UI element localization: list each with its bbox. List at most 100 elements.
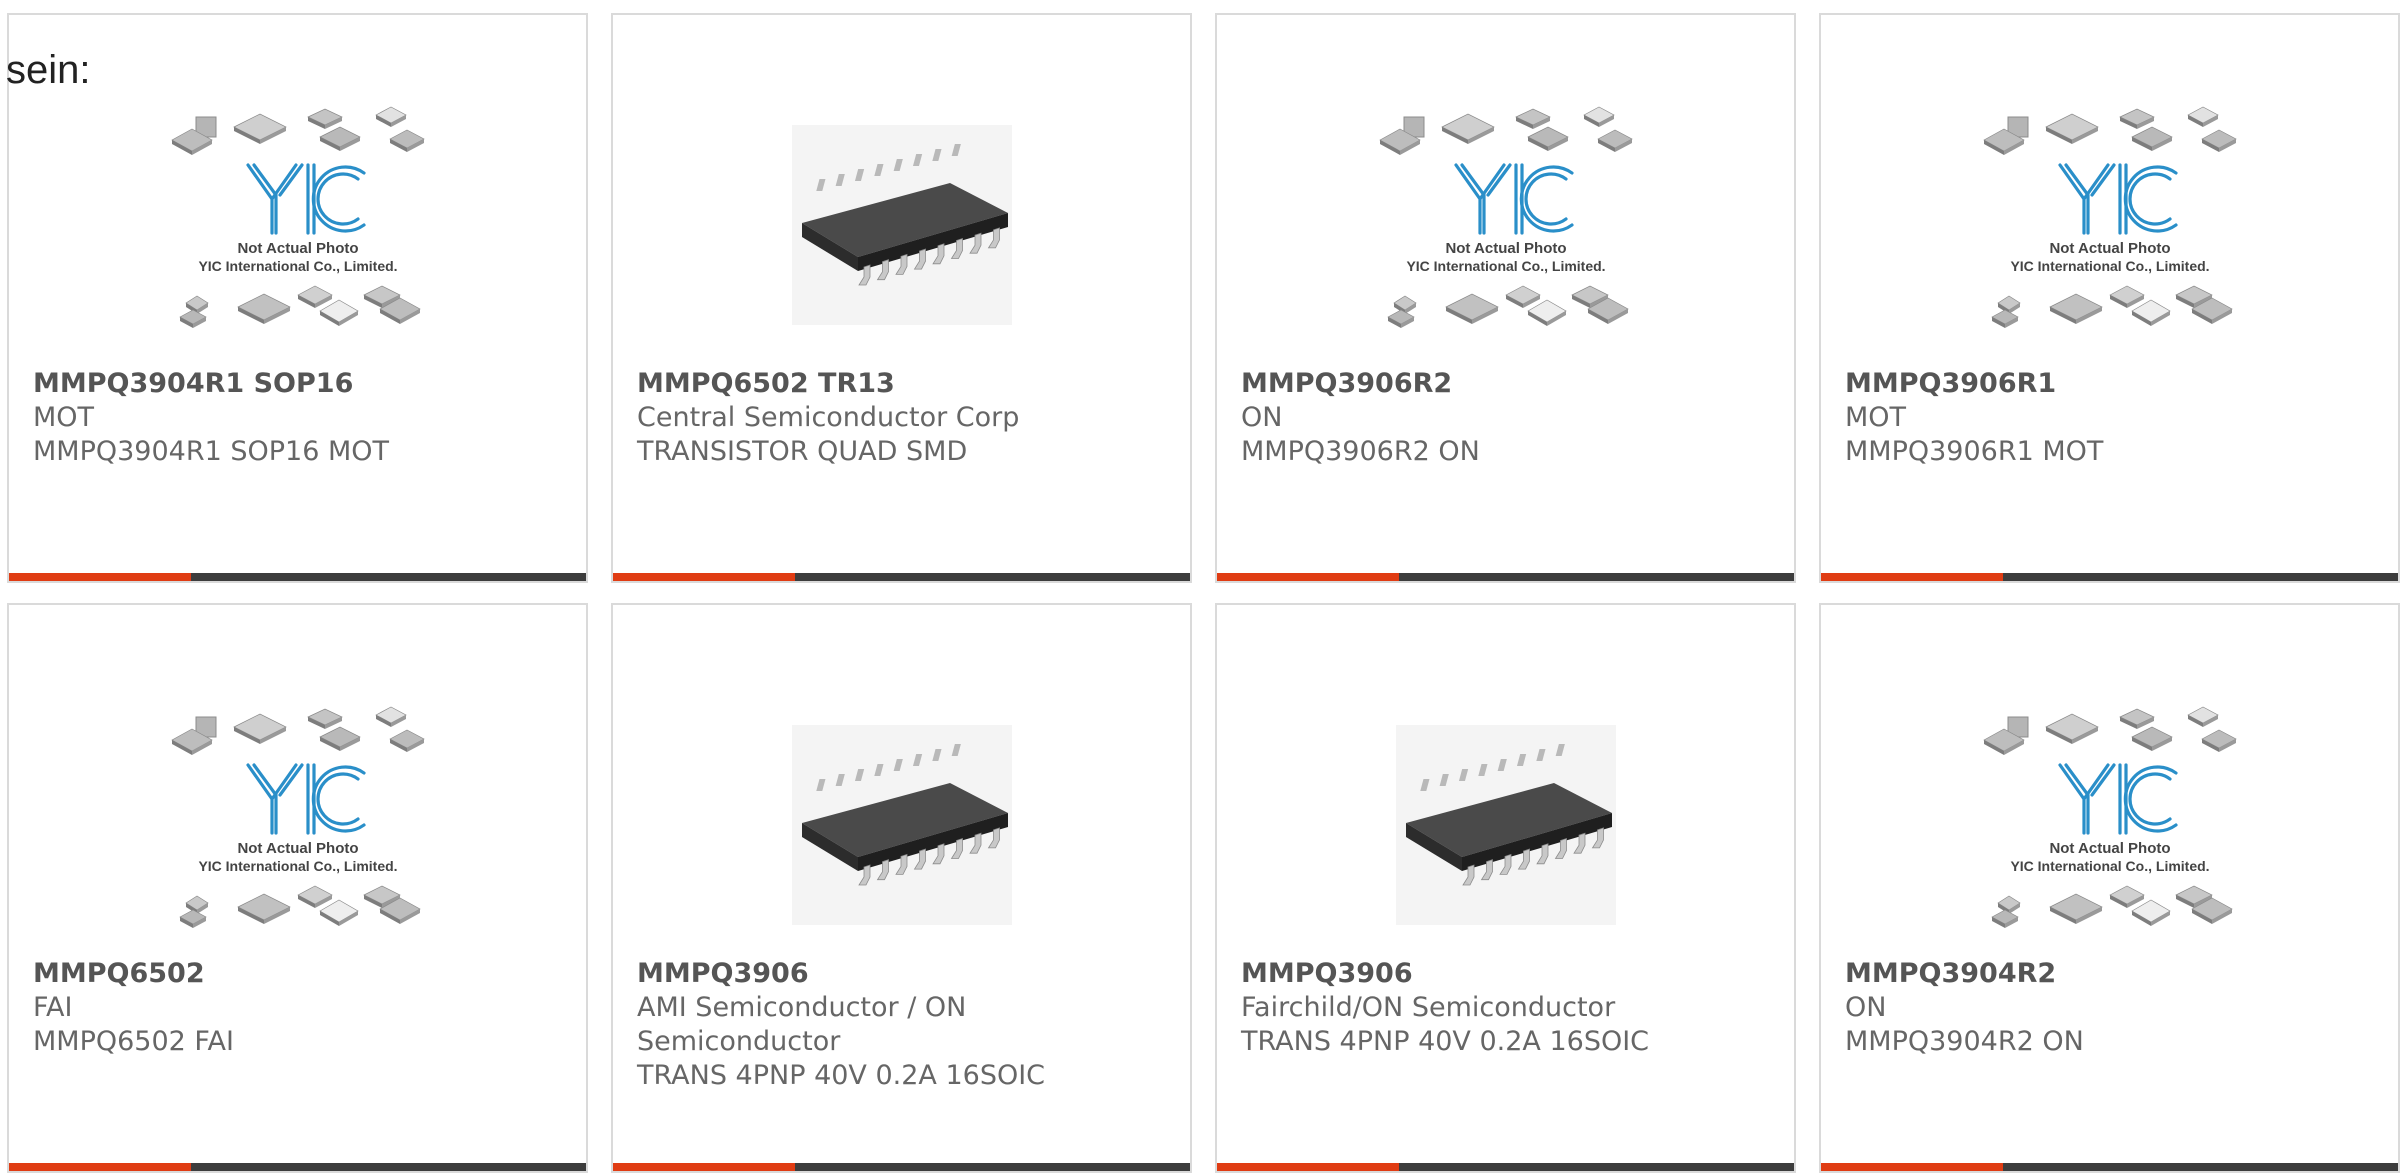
soic16-chip-image xyxy=(791,725,1012,925)
product-card[interactable]: Not Actual Photo YIC International Co., L… xyxy=(1819,13,2400,583)
product-manufacturer: ON xyxy=(1241,402,1283,433)
placeholder-caption: Not Actual Photo xyxy=(237,240,358,257)
yic-placeholder-image: Not Actual PhotoYIC International Co., L… xyxy=(170,706,425,928)
product-description: MMPQ6502 FAI xyxy=(33,1026,234,1057)
placeholder-caption: Not Actual Photo xyxy=(2049,240,2170,257)
package-shape xyxy=(2048,893,2103,921)
placeholder-company: YIC International Co., Limited. xyxy=(2010,858,2209,874)
package-shape xyxy=(318,899,359,923)
package-shape xyxy=(2044,713,2099,741)
card-bottom-bar xyxy=(1821,1163,2398,1171)
product-manufacturer: ON xyxy=(1845,992,1887,1023)
product-part-number[interactable]: MMPQ6502 xyxy=(33,957,566,991)
soic16-chip-image xyxy=(1395,725,1616,925)
package-shape xyxy=(1440,113,1495,141)
product-description: MMPQ3906R2 ON xyxy=(1241,436,1480,467)
product-manufacturer: MOT xyxy=(33,402,95,433)
product-image[interactable]: Not Actual Photo YIC International Co., L… xyxy=(1980,95,2240,355)
card-accent-bar xyxy=(1217,573,1399,581)
card-bottom-bar xyxy=(613,1163,1190,1171)
logo-letter xyxy=(1523,172,1568,226)
product-part-number[interactable]: MMPQ3906R2 xyxy=(1241,367,1774,401)
card-bottom-bar xyxy=(613,573,1190,581)
product-manufacturer: FAI xyxy=(33,992,73,1023)
product-part-number[interactable]: MMPQ3906 xyxy=(637,957,1170,991)
yic-placeholder-image: Not Actual PhotoYIC International Co., L… xyxy=(1982,106,2237,328)
product-card[interactable]: MMPQ3906 Fairchild/ON Semiconductor TRAN… xyxy=(1215,603,1796,1173)
logo-letter xyxy=(2057,763,2110,835)
product-description: MMPQ3904R2 ON xyxy=(1845,1026,2084,1057)
card-bottom-bar xyxy=(9,1163,586,1171)
placeholder-caption: Not Actual Photo xyxy=(2049,840,2170,857)
yic-placeholder-image: Not Actual PhotoYIC International Co., L… xyxy=(170,106,425,328)
card-accent-bar xyxy=(1217,1163,1399,1171)
package-shape xyxy=(2130,899,2171,923)
package-shape xyxy=(232,113,287,141)
package-shape xyxy=(236,893,291,921)
card-accent-bar xyxy=(613,1163,795,1171)
yic-logo xyxy=(2057,163,2178,235)
yic-logo xyxy=(245,163,366,235)
package-shape xyxy=(232,713,287,741)
package-shape xyxy=(1526,299,1567,323)
product-part-number[interactable]: MMPQ3904R1 SOP16 xyxy=(33,367,566,401)
product-image[interactable]: Not Actual Photo YIC International Co., L… xyxy=(1376,95,1636,355)
logo-letter xyxy=(251,763,304,835)
product-image[interactable] xyxy=(1376,695,1636,955)
product-description: MMPQ3904R1 SOP16 MOT xyxy=(33,436,390,467)
card-bottom-bar xyxy=(1217,573,1794,581)
logo-letter xyxy=(2127,172,2172,226)
placeholder-company: YIC International Co., Limited. xyxy=(1406,258,1605,274)
card-bottom-bar xyxy=(9,573,586,581)
product-description: TRANS 4PNP 40V 0.2A 16SOIC xyxy=(637,1060,1046,1091)
logo-letter xyxy=(1453,163,1506,235)
product-info: MMPQ3906R2 ON MMPQ3906R2 ON xyxy=(1241,367,1774,469)
placeholder-company: YIC International Co., Limited. xyxy=(198,858,397,874)
card-bottom-bar xyxy=(1821,573,2398,581)
logo-letter xyxy=(245,763,298,835)
intro-text: sein: xyxy=(6,48,91,92)
product-part-number[interactable]: MMPQ3906R1 xyxy=(1845,367,2378,401)
logo-letter xyxy=(2057,163,2110,235)
product-part-number[interactable]: MMPQ3904R2 xyxy=(1845,957,2378,991)
logo-letter xyxy=(2063,163,2116,235)
logo-letter xyxy=(245,163,298,235)
product-description: MMPQ3906R1 MOT xyxy=(1845,436,2104,467)
product-card[interactable]: Not Actual Photo YIC International Co., L… xyxy=(1215,13,1796,583)
logo-letter xyxy=(2127,772,2172,826)
placeholder-caption: Not Actual Photo xyxy=(237,840,358,857)
logo-letter xyxy=(251,163,304,235)
product-card[interactable]: Not Actual Photo YIC International Co., L… xyxy=(1819,603,2400,1173)
card-accent-bar xyxy=(9,573,191,581)
card-accent-bar xyxy=(613,573,795,581)
product-part-number[interactable]: MMPQ3906 xyxy=(1241,957,1774,991)
card-bottom-bar xyxy=(1217,1163,1794,1171)
product-image[interactable]: Not Actual Photo YIC International Co., L… xyxy=(1980,695,2240,955)
logo-letter xyxy=(1459,163,1512,235)
product-image[interactable]: Not Actual Photo YIC International Co., L… xyxy=(168,95,428,355)
product-part-number[interactable]: MMPQ6502 TR13 xyxy=(637,367,1170,401)
product-image[interactable] xyxy=(772,695,1032,955)
product-manufacturer: Fairchild/ON Semiconductor xyxy=(1241,992,1616,1023)
yic-placeholder-image: Not Actual PhotoYIC International Co., L… xyxy=(1378,106,1633,328)
product-manufacturer: MOT xyxy=(1845,402,1907,433)
soic16-chip-image xyxy=(791,125,1012,325)
product-image[interactable] xyxy=(772,95,1032,355)
product-info: MMPQ3906 AMI Semiconductor / ON Semicond… xyxy=(637,957,1170,1093)
placeholder-caption: Not Actual Photo xyxy=(1445,240,1566,257)
product-card[interactable]: Not Actual Photo YIC International Co., L… xyxy=(7,13,588,583)
product-card[interactable]: MMPQ6502 TR13 Central Semiconductor Corp… xyxy=(611,13,1192,583)
product-info: MMPQ3904R1 SOP16 MOT MMPQ3904R1 SOP16 MO… xyxy=(33,367,566,469)
product-info: MMPQ3904R2 ON MMPQ3904R2 ON xyxy=(1845,957,2378,1059)
logo-letter xyxy=(315,772,360,826)
yic-logo xyxy=(245,763,366,835)
product-image[interactable]: Not Actual Photo YIC International Co., L… xyxy=(168,695,428,955)
product-card[interactable]: MMPQ3906 AMI Semiconductor / ON Semicond… xyxy=(611,603,1192,1173)
product-card[interactable]: Not Actual Photo YIC International Co., L… xyxy=(7,603,588,1173)
card-accent-bar xyxy=(9,1163,191,1171)
product-manufacturer: AMI Semiconductor / ON Semiconductor xyxy=(637,992,967,1057)
card-accent-bar xyxy=(1821,573,2003,581)
package-shape xyxy=(2044,113,2099,141)
yic-placeholder-image: Not Actual PhotoYIC International Co., L… xyxy=(1982,706,2237,928)
placeholder-company: YIC International Co., Limited. xyxy=(198,258,397,274)
